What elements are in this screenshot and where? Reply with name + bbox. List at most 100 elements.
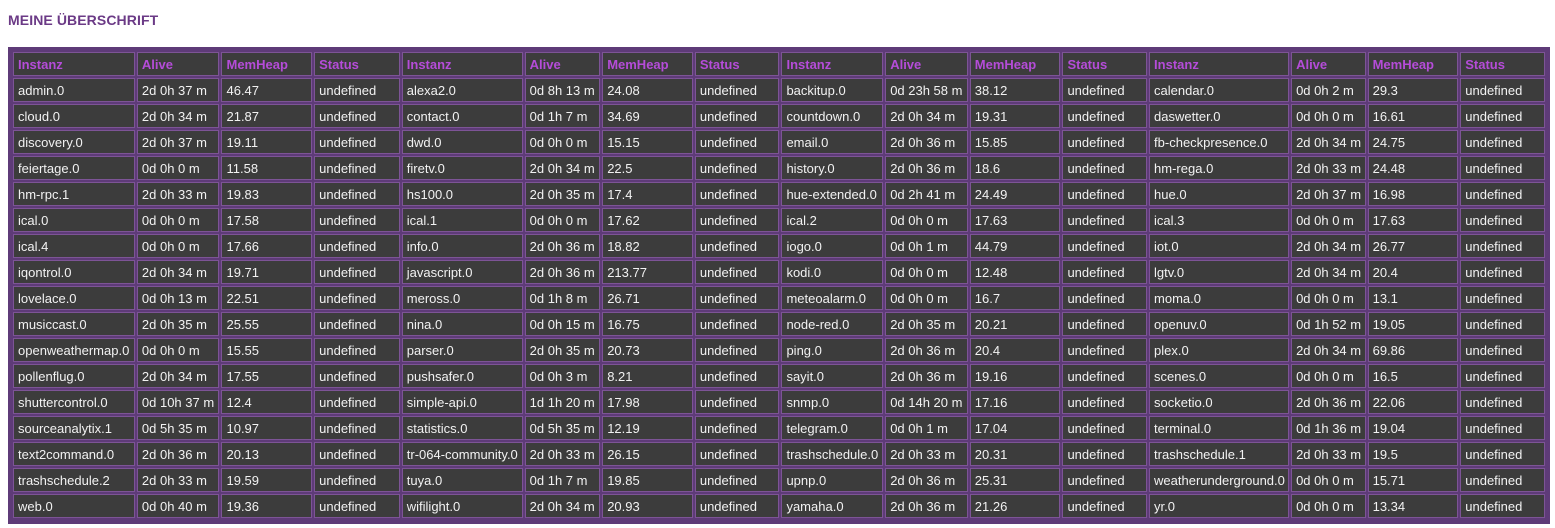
cell-instance: email.0 [781,130,884,154]
cell-memheap: 18.82 [602,234,693,258]
cell-alive: 0d 0h 0 m [1291,208,1366,232]
column-header-status: Status [694,52,780,76]
cell-status: undefined [694,442,780,466]
cell-alive: 2d 0h 37 m [136,130,220,154]
cell-memheap: 16.98 [1367,182,1459,206]
cell-memheap: 20.4 [969,338,1061,362]
cell-memheap: 46.47 [221,78,313,102]
cell-instance: terminal.0 [1149,416,1290,440]
cell-instance: firetv.0 [401,156,523,180]
cell-memheap: 24.08 [602,78,693,102]
cell-status: undefined [314,104,400,128]
cell-alive: 0d 5h 35 m [136,416,220,440]
cell-alive: 0d 0h 0 m [136,234,220,258]
table-row: ical.4 0d 0h 0 m 17.66 undefined info.0 2d 0h… [13,234,1545,258]
cell-instance: javascript.0 [401,260,523,284]
cell-alive: 2d 0h 33 m [1291,156,1366,180]
cell-instance: tuya.0 [401,468,523,492]
cell-memheap: 20.31 [969,442,1061,466]
cell-memheap: 25.31 [969,468,1061,492]
cell-instance: ical.1 [401,208,523,232]
cell-status: undefined [1460,130,1545,154]
cell-status: undefined [1062,442,1148,466]
cell-memheap: 19.16 [969,364,1061,388]
table-row: discovery.0 2d 0h 37 m 19.11 undefined dwd.0… [13,130,1545,154]
cell-alive: 0d 0h 0 m [136,156,220,180]
cell-status: undefined [1062,468,1148,492]
cell-memheap: 26.77 [1367,234,1459,258]
cell-status: undefined [1062,390,1148,414]
cell-status: undefined [314,208,400,232]
cell-alive: 2d 0h 34 m [1291,338,1366,362]
cell-instance: alexa2.0 [401,78,523,102]
cell-memheap: 12.4 [221,390,313,414]
cell-memheap: 24.49 [969,182,1061,206]
cell-alive: 2d 0h 34 m [1291,260,1366,284]
cell-memheap: 22.06 [1367,390,1459,414]
cell-alive: 0d 1h 8 m [524,286,601,310]
cell-instance: trashschedule.0 [781,442,884,466]
cell-status: undefined [1460,182,1545,206]
cell-status: undefined [1062,286,1148,310]
cell-instance: upnp.0 [781,468,884,492]
cell-status: undefined [694,338,780,362]
cell-instance: lovelace.0 [13,286,135,310]
cell-memheap: 15.15 [602,130,693,154]
column-header-alive: Alive [1291,52,1366,76]
cell-instance: plex.0 [1149,338,1290,362]
cell-alive: 2d 0h 36 m [1291,390,1366,414]
column-header-instance: Instanz [401,52,523,76]
cell-instance: web.0 [13,494,135,518]
cell-status: undefined [1062,364,1148,388]
cell-alive: 0d 1h 7 m [524,468,601,492]
cell-alive: 2d 0h 35 m [885,312,968,336]
cell-instance: parser.0 [401,338,523,362]
cell-memheap: 24.75 [1367,130,1459,154]
cell-memheap: 17.98 [602,390,693,414]
cell-instance: feiertage.0 [13,156,135,180]
cell-memheap: 19.71 [221,260,313,284]
cell-instance: dwd.0 [401,130,523,154]
cell-memheap: 19.05 [1367,312,1459,336]
cell-status: undefined [314,78,400,102]
cell-alive: 0d 0h 0 m [885,286,968,310]
cell-alive: 2d 0h 33 m [885,442,968,466]
cell-status: undefined [1062,416,1148,440]
cell-alive: 0d 0h 0 m [136,338,220,362]
cell-status: undefined [1062,208,1148,232]
cell-memheap: 19.83 [221,182,313,206]
table-row: admin.0 2d 0h 37 m 46.47 undefined alexa2.0 0… [13,78,1545,102]
cell-memheap: 15.85 [969,130,1061,154]
cell-memheap: 34.69 [602,104,693,128]
cell-instance: iogo.0 [781,234,884,258]
cell-instance: ical.2 [781,208,884,232]
cell-alive: 2d 0h 34 m [136,260,220,284]
cell-memheap: 8.21 [602,364,693,388]
table-row: iqontrol.0 2d 0h 34 m 19.71 undefined javasc… [13,260,1545,284]
cell-memheap: 16.75 [602,312,693,336]
cell-alive: 0d 0h 0 m [1291,286,1366,310]
cell-alive: 0d 0h 15 m [524,312,601,336]
cell-alive: 0d 0h 0 m [1291,468,1366,492]
column-header-instance: Instanz [1149,52,1290,76]
cell-status: undefined [1062,104,1148,128]
cell-memheap: 17.58 [221,208,313,232]
cell-memheap: 19.11 [221,130,313,154]
cell-status: undefined [1460,416,1545,440]
cell-status: undefined [1460,494,1545,518]
cell-status: undefined [1460,208,1545,232]
column-header-status: Status [314,52,400,76]
cell-memheap: 19.04 [1367,416,1459,440]
cell-alive: 1d 1h 20 m [524,390,601,414]
column-header-memheap: MemHeap [602,52,693,76]
cell-instance: sourceanalytix.1 [13,416,135,440]
cell-instance: countdown.0 [781,104,884,128]
cell-status: undefined [1062,182,1148,206]
cell-memheap: 29.3 [1367,78,1459,102]
table-row: web.0 0d 0h 40 m 19.36 undefined wifilight.0… [13,494,1545,518]
cell-status: undefined [1460,78,1545,102]
cell-instance: admin.0 [13,78,135,102]
cell-instance: trashschedule.1 [1149,442,1290,466]
cell-instance: moma.0 [1149,286,1290,310]
cell-instance: scenes.0 [1149,364,1290,388]
